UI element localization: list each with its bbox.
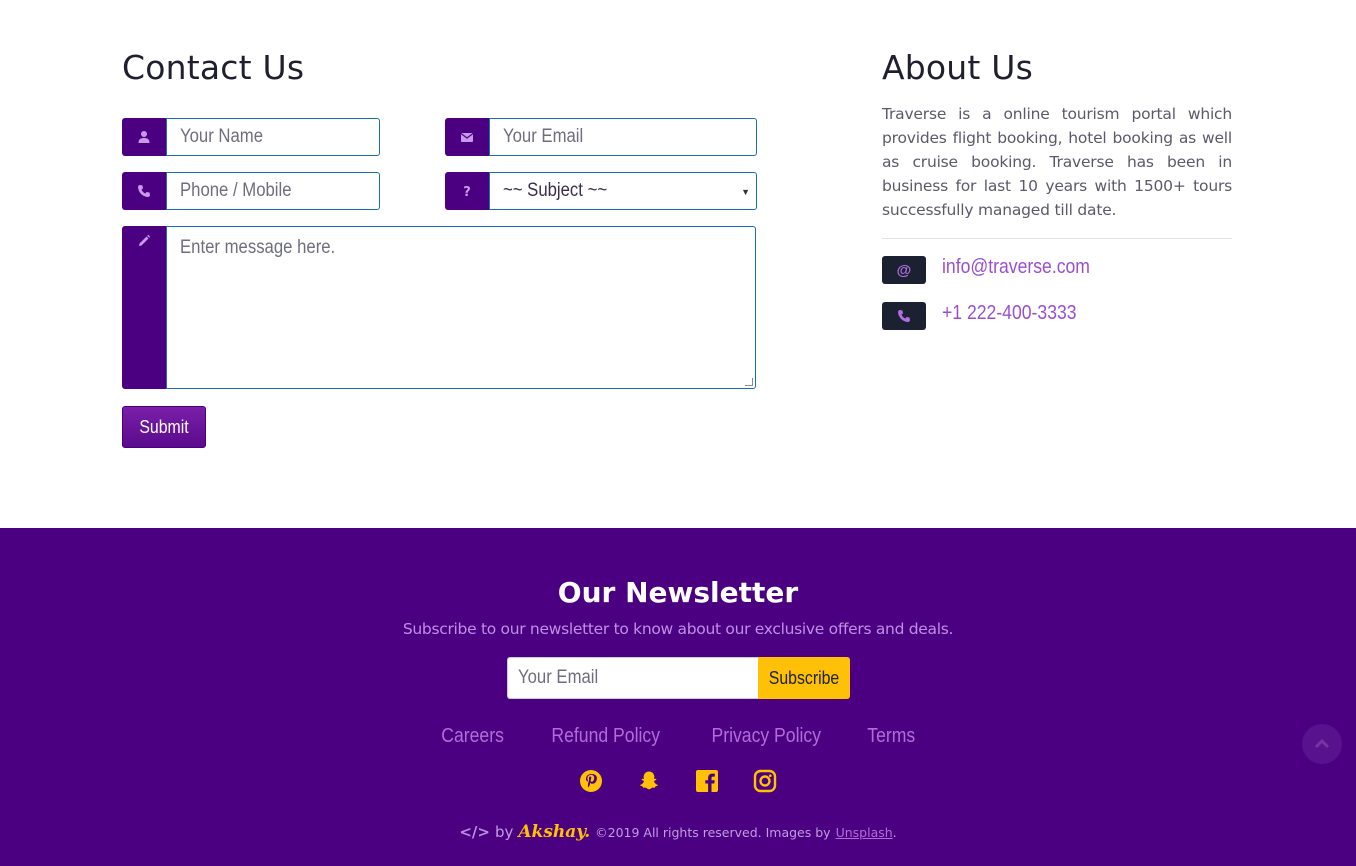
footer-links: Careers Refund Policy Privacy Policy Ter… bbox=[0, 725, 1356, 748]
newsletter-subtitle: Subscribe to our newsletter to know abou… bbox=[402, 620, 954, 638]
footer-link-privacy-policy[interactable]: Privacy Policy bbox=[711, 725, 821, 748]
snapchat-icon[interactable] bbox=[637, 768, 661, 794]
at-icon: @ bbox=[882, 256, 926, 284]
submit-button[interactable]: Submit bbox=[122, 406, 206, 448]
phone-link[interactable]: +1 222-400-3333 bbox=[942, 302, 1095, 325]
instagram-icon[interactable] bbox=[753, 768, 777, 794]
question-icon: ? bbox=[445, 172, 489, 210]
contact-title: Contact Us bbox=[122, 48, 305, 87]
newsletter-title: Our Newsletter bbox=[557, 576, 799, 609]
about-text: Traverse is a online tourism portal whic… bbox=[882, 105, 1232, 219]
footer: Our Newsletter Subscribe to our newslett… bbox=[0, 528, 1356, 866]
footer-link-terms[interactable]: Terms bbox=[868, 725, 916, 748]
pinterest-icon[interactable] bbox=[579, 768, 603, 794]
scroll-to-top-button[interactable] bbox=[1302, 724, 1342, 764]
phone-input[interactable]: Phone / Mobile bbox=[166, 172, 380, 210]
social-links bbox=[0, 768, 1356, 794]
phone-icon bbox=[882, 302, 926, 330]
divider bbox=[882, 238, 1232, 239]
footer-link-careers[interactable]: Careers bbox=[442, 725, 505, 748]
contact-section: Contact Us Your Name Your Email Phone / … bbox=[0, 0, 1356, 528]
code-icon: </> bbox=[459, 823, 490, 841]
pencil-icon bbox=[122, 226, 166, 389]
facebook-icon[interactable] bbox=[695, 768, 719, 794]
message-textarea[interactable]: Enter message here. bbox=[166, 226, 756, 389]
footer-link-refund-policy[interactable]: Refund Policy bbox=[552, 725, 661, 748]
newsletter-email-input[interactable]: Your Email bbox=[507, 657, 759, 699]
phone-icon bbox=[122, 172, 166, 210]
subscribe-button[interactable]: Subscribe bbox=[758, 657, 850, 699]
about-title: About Us bbox=[882, 48, 1034, 87]
chevron-down-icon: ▼ bbox=[741, 187, 750, 197]
unsplash-link[interactable]: Unsplash bbox=[836, 825, 893, 840]
copyright-credit: </> by Akshay. ©2019 All rights reserved… bbox=[459, 822, 897, 842]
svg-text:?: ? bbox=[463, 185, 471, 198]
user-icon bbox=[122, 118, 166, 156]
name-input[interactable]: Your Name bbox=[166, 118, 380, 156]
subject-select[interactable]: ~~ Subject ~~ ▼ bbox=[489, 172, 757, 210]
resize-handle[interactable] bbox=[745, 378, 753, 386]
envelope-icon bbox=[445, 118, 489, 156]
email-input[interactable]: Your Email bbox=[489, 118, 757, 156]
author-signature: Akshay. bbox=[518, 822, 591, 842]
chevron-up-icon bbox=[1314, 738, 1330, 749]
email-link[interactable]: info@traverse.com bbox=[942, 256, 1110, 279]
